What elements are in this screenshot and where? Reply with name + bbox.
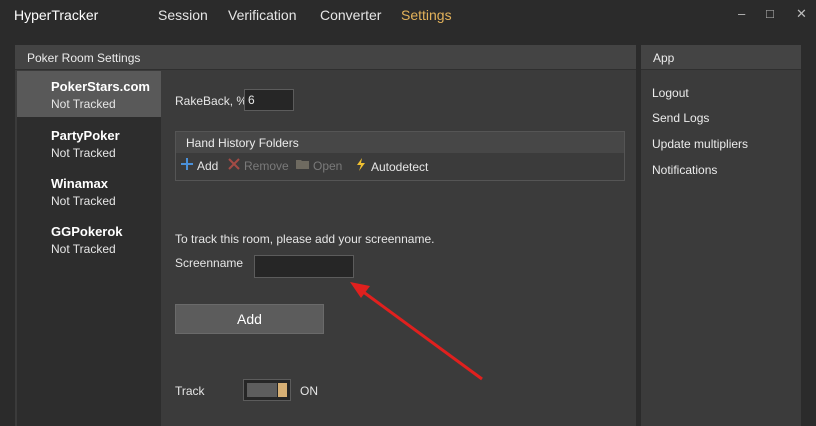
plus-icon xyxy=(180,158,194,173)
hh-remove-button[interactable]: Remove xyxy=(227,158,289,173)
screenname-input[interactable] xyxy=(254,255,354,278)
room-item-winamax[interactable]: Winamax Not Tracked xyxy=(17,168,161,214)
room-name: PokerStars.com xyxy=(51,79,150,94)
nav-tab-session[interactable]: Session xyxy=(158,7,208,23)
hand-history-header: Hand History Folders xyxy=(176,132,624,153)
nav-tab-converter[interactable]: Converter xyxy=(320,7,381,23)
track-label: Track xyxy=(175,384,205,398)
hand-history-title: Hand History Folders xyxy=(186,136,299,150)
update-multipliers-link[interactable]: Update multipliers xyxy=(652,137,748,151)
room-status: Not Tracked xyxy=(51,242,116,256)
app-panel: App Logout Send Logs Update multipliers … xyxy=(641,45,801,426)
title-bar: HyperTracker Session Verification Conver… xyxy=(0,0,816,32)
maximize-icon[interactable]: □ xyxy=(766,6,774,21)
room-list: PokerStars.com Not Tracked PartyPoker No… xyxy=(17,71,161,426)
x-icon xyxy=(227,158,241,173)
room-name: GGPokerok xyxy=(51,224,123,239)
panel-header: Poker Room Settings xyxy=(15,45,636,70)
nav-tab-settings[interactable]: Settings xyxy=(401,7,452,23)
lightning-icon xyxy=(354,158,368,174)
notifications-link[interactable]: Notifications xyxy=(652,163,717,177)
app-panel-title: App xyxy=(653,51,675,65)
track-prompt: To track this room, please add your scre… xyxy=(175,232,435,246)
rakeback-input[interactable] xyxy=(244,89,294,111)
hh-add-label: Add xyxy=(197,159,219,173)
room-name: Winamax xyxy=(51,176,108,191)
nav-tab-verification[interactable]: Verification xyxy=(228,7,296,23)
send-logs-link[interactable]: Send Logs xyxy=(652,111,709,125)
poker-room-settings-panel: Poker Room Settings PokerStars.com Not T… xyxy=(15,45,636,426)
minimize-icon[interactable]: – xyxy=(738,6,745,21)
hh-open-label: Open xyxy=(313,159,343,173)
app-title: HyperTracker xyxy=(14,7,99,23)
close-icon[interactable]: ✕ xyxy=(796,6,807,22)
room-name: PartyPoker xyxy=(51,128,120,143)
app-panel-header: App xyxy=(641,45,801,70)
toggle-knob xyxy=(278,383,287,397)
room-status: Not Tracked xyxy=(51,146,116,160)
track-toggle[interactable] xyxy=(243,379,291,401)
hh-remove-label: Remove xyxy=(244,159,289,173)
room-item-pokerstars[interactable]: PokerStars.com Not Tracked xyxy=(17,71,161,117)
room-status: Not Tracked xyxy=(51,97,116,111)
add-screenname-button[interactable]: Add xyxy=(175,304,324,334)
screenname-label: Screenname xyxy=(175,256,244,270)
track-state: ON xyxy=(300,384,318,398)
room-item-ggpokerok[interactable]: GGPokerok Not Tracked xyxy=(17,216,161,262)
room-status: Not Tracked xyxy=(51,194,116,208)
logout-link[interactable]: Logout xyxy=(652,86,689,100)
hh-open-button[interactable]: Open xyxy=(296,158,342,173)
panel-title: Poker Room Settings xyxy=(27,51,141,65)
toggle-track xyxy=(247,383,277,397)
rakeback-label: RakeBack, % xyxy=(175,94,248,108)
hh-autodetect-label: Autodetect xyxy=(371,160,429,174)
room-item-partypoker[interactable]: PartyPoker Not Tracked xyxy=(17,120,161,166)
hh-autodetect-button[interactable]: Autodetect xyxy=(354,158,428,174)
hand-history-folders: Hand History Folders Add Remove Open Aut… xyxy=(175,131,625,181)
folder-icon xyxy=(296,158,310,173)
hh-add-button[interactable]: Add xyxy=(180,158,218,173)
